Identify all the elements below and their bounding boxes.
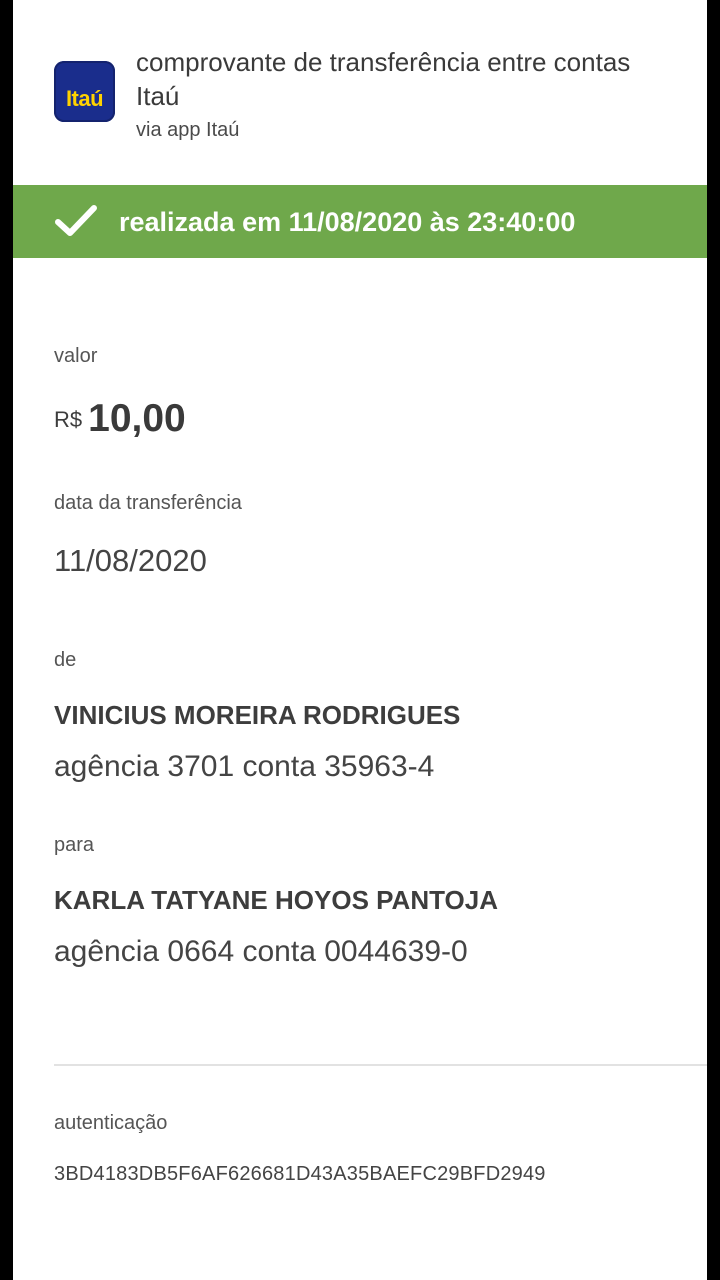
transfer-date: 11/08/2020: [54, 543, 207, 578]
amount-number: 10,00: [88, 397, 186, 440]
status-banner: realizada em 11/08/2020 às 23:40:00: [13, 185, 707, 258]
authentication-label: autenticação: [54, 1112, 168, 1134]
to-label: para: [54, 834, 95, 856]
itau-logo-text: Itaú: [65, 86, 104, 111]
receipt-sheet: Itaú comprovante de transferência entre …: [13, 0, 707, 1280]
from-name: VINICIUS MOREIRA RODRIGUES: [54, 700, 461, 730]
section-divider: [54, 1064, 707, 1066]
authentication-code: 3BD4183DB5F6AF626681D43A35BAEFC29BFD2949: [54, 1163, 546, 1185]
from-label: de: [54, 649, 77, 671]
receipt-title: comprovante de transferência entre conta…: [136, 47, 631, 111]
value-label: valor: [54, 345, 98, 367]
to-name: KARLA TATYANE HOYOS PANTOJA: [54, 885, 498, 915]
check-icon: [55, 205, 97, 236]
to-account: agência 0664 conta 0044639-0: [54, 935, 468, 968]
receipt-header: Itaú comprovante de transferência entre …: [13, 0, 707, 185]
from-account: agência 3701 conta 35963-4: [54, 750, 435, 783]
receipt-subtitle: via app Itaú: [136, 119, 240, 141]
date-label: data da transferência: [54, 492, 242, 514]
itau-logo: Itaú: [54, 61, 115, 122]
status-text: realizada em 11/08/2020 às 23:40:00: [119, 207, 576, 237]
amount-value: R$ 10,00: [54, 397, 186, 441]
currency-symbol: R$: [54, 407, 83, 432]
